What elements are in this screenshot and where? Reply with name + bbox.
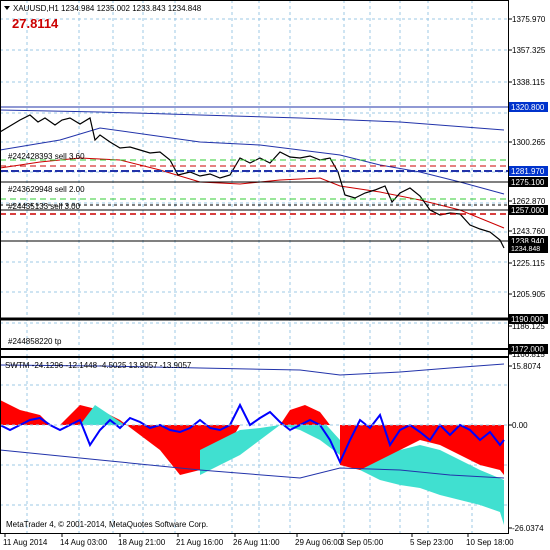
current-price-tag: 1234.848 (511, 246, 540, 253)
indicator-axis[interactable]: 15.8074 0.00 -26.0374 (508, 362, 544, 533)
chart-canvas[interactable]: #242428393 sell 3.60 #243629948 sell 2.0… (0, 0, 550, 550)
price-tick-label: 1166.815 (512, 350, 545, 359)
price-tag: 1257.000 (511, 206, 545, 215)
price-axis[interactable]: 1375.970 1357.325 1338.115 1320.800 1300.265… (508, 15, 548, 359)
price-pane[interactable] (0, 0, 508, 356)
symbol-header: XAUUSD,H1 1234.984 1235.002 1233.843 123… (13, 4, 202, 13)
time-label: 29 Aug 06:00 (295, 538, 343, 547)
time-label: 18 Aug 21:00 (118, 538, 166, 547)
order-label-243629948[interactable]: #243629948 sell 2.00 (8, 185, 85, 194)
price-tick-label: 1300.265 (512, 138, 546, 147)
time-label: 5 Sep 23:00 (410, 538, 454, 547)
order-label-242428393[interactable]: #242428393 sell 3.60 (8, 152, 85, 161)
time-label: 11 Aug 2014 (3, 538, 48, 547)
price-tick-label: 1262.870 (512, 197, 546, 206)
indicator-tick-label: 15.8074 (512, 362, 541, 371)
price-tag: 1281.970 (511, 167, 545, 176)
indicator-label: SWTM -24.1296 -12.1448 -4.5025 13.9057 -… (5, 361, 192, 370)
price-tick-label: 1338.115 (512, 78, 545, 87)
time-axis[interactable]: 11 Aug 2014 14 Aug 03:00 18 Aug 21:00 21 Au… (3, 533, 514, 547)
price-tick-label: 1243.760 (512, 227, 546, 236)
time-label: 10 Sep 18:00 (466, 538, 514, 547)
price-tick-label: 1225.115 (512, 259, 545, 268)
price-tick-label: 1357.325 (512, 46, 546, 55)
indicator-pane[interactable] (0, 357, 508, 533)
price-tick-label: 1186.125 (512, 322, 545, 331)
copyright-text: MetaTrader 4, © 2001-2014, MetaQuotes So… (6, 520, 208, 529)
time-label: 26 Aug 11:00 (233, 538, 280, 547)
price-tag: 1320.800 (511, 103, 545, 112)
chart-window[interactable]: #242428393 sell 3.60 #243629948 sell 2.0… (0, 0, 550, 550)
profit-value: 27.8114 (12, 16, 59, 31)
time-label: 14 Aug 03:00 (60, 538, 108, 547)
time-label: 3 Sep 05:00 (340, 538, 384, 547)
price-tick-label: 1205.905 (512, 290, 546, 299)
price-tag: 1275.100 (511, 178, 545, 187)
order-label-244858220[interactable]: #244858220 tp (8, 337, 62, 346)
indicator-tick-label: 0.00 (512, 421, 528, 430)
order-label-24435133[interactable]: #24435133 sell 3.00 (8, 202, 81, 211)
indicator-tick-label: -26.0374 (512, 524, 544, 533)
time-label: 21 Aug 16:00 (176, 538, 224, 547)
price-tick-label: 1375.970 (512, 15, 546, 24)
